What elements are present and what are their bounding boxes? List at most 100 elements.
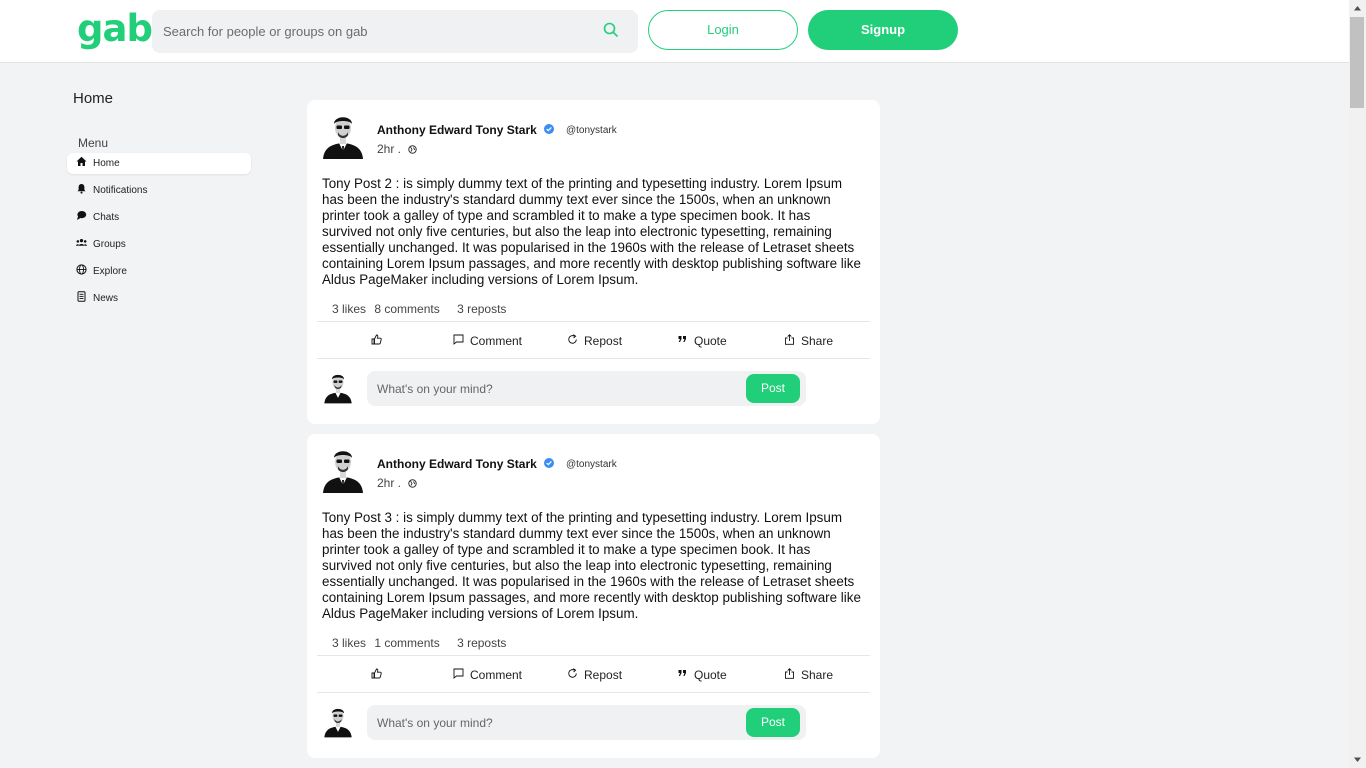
share-icon xyxy=(785,333,794,345)
sidebar-item-home[interactable]: Home xyxy=(67,153,251,174)
post-comment-button[interactable]: Post xyxy=(746,708,800,737)
share-label: Share xyxy=(801,668,834,682)
news-icon xyxy=(76,291,87,302)
comment-composer: Post xyxy=(367,371,806,406)
sidebar-item-label: News xyxy=(93,293,119,304)
divider xyxy=(317,358,870,359)
post-card: Anthony Edward Tony Stark @tonystark 2hr… xyxy=(307,100,880,424)
author-avatar[interactable] xyxy=(321,445,365,493)
repost-label: Repost xyxy=(584,334,623,348)
gab-logo[interactable]: gab xyxy=(77,9,153,49)
sidebar-item-label: Notifications xyxy=(93,185,148,196)
post-meta: 2hr . xyxy=(377,142,417,156)
sidebar-item-notifications[interactable]: Notifications xyxy=(67,177,251,204)
search-icon[interactable] xyxy=(602,21,620,39)
post-meta: 2hr . xyxy=(377,476,417,490)
post-time: 2hr . xyxy=(377,476,402,490)
author-name[interactable]: Anthony Edward Tony Stark xyxy=(377,123,537,137)
quote-label: Quote xyxy=(694,334,727,348)
repost-icon xyxy=(568,667,577,678)
scroll-thumb[interactable] xyxy=(1350,17,1364,108)
divider xyxy=(317,655,870,656)
comment-label: Comment xyxy=(470,334,523,348)
page-scrollbar[interactable] xyxy=(1349,0,1366,768)
sidebar-item-label: Chats xyxy=(93,212,120,223)
comment-input[interactable] xyxy=(367,705,737,740)
sidebar-item-explore[interactable]: Explore xyxy=(67,258,251,285)
menu-heading: Menu xyxy=(78,136,109,150)
comment-input[interactable] xyxy=(367,371,737,406)
visibility-globe-icon xyxy=(408,478,417,488)
reposts-count[interactable]: 3 reposts xyxy=(457,302,506,316)
current-user-avatar[interactable] xyxy=(323,704,353,738)
repost-label: Repost xyxy=(584,668,623,682)
post-comment-button[interactable]: Post xyxy=(746,374,800,403)
globe-icon xyxy=(76,264,87,275)
current-user-avatar[interactable] xyxy=(323,370,353,404)
home-icon xyxy=(76,156,87,167)
post-body: Tony Post 2 : is simply dummy text of th… xyxy=(322,176,861,287)
comments-count[interactable]: 8 comments xyxy=(374,302,439,316)
comment-icon xyxy=(453,668,464,679)
comment-button[interactable]: Comment xyxy=(453,657,522,693)
sidebar-item-label: Groups xyxy=(93,239,126,250)
sidebar-item-news[interactable]: News xyxy=(67,285,251,312)
page-title: Home xyxy=(73,90,114,107)
quote-button[interactable]: Quote xyxy=(677,657,727,693)
quote-label: Quote xyxy=(694,668,727,682)
author-avatar[interactable] xyxy=(321,111,365,159)
top-bar: gab Login Signup xyxy=(0,0,1349,63)
repost-icon xyxy=(568,333,577,344)
reposts-count[interactable]: 3 reposts xyxy=(457,636,506,650)
verified-badge-icon xyxy=(544,124,554,134)
thumbs-up-icon xyxy=(371,334,382,344)
sidebar-item-groups[interactable]: Groups xyxy=(67,231,251,258)
groups-icon xyxy=(76,237,87,248)
chat-icon xyxy=(76,210,87,221)
bell-icon xyxy=(76,183,87,194)
post-actions: Comment Repost Quote Share xyxy=(317,323,870,359)
comments-count[interactable]: 1 comments xyxy=(374,636,439,650)
visibility-globe-icon xyxy=(408,144,417,154)
scroll-up-arrow-icon[interactable] xyxy=(1349,0,1366,17)
comment-icon xyxy=(453,334,464,345)
post-card: Anthony Edward Tony Stark @tonystark 2hr… xyxy=(307,434,880,758)
author-handle[interactable]: @tonystark xyxy=(566,125,617,136)
signup-button[interactable]: Signup xyxy=(808,10,958,50)
sidebar-item-chats[interactable]: Chats xyxy=(67,204,251,231)
likes-count[interactable]: 3 likes xyxy=(332,636,366,650)
share-label: Share xyxy=(801,334,834,348)
comment-label: Comment xyxy=(470,668,523,682)
sidebar-item-label: Home xyxy=(93,158,120,169)
scroll-down-arrow-icon[interactable] xyxy=(1349,751,1366,768)
login-button[interactable]: Login xyxy=(648,10,798,50)
post-body: Tony Post 3 : is simply dummy text of th… xyxy=(322,510,861,621)
author-name[interactable]: Anthony Edward Tony Stark xyxy=(377,457,537,471)
repost-button[interactable]: Repost xyxy=(567,657,622,693)
post-stats: 3 likes 8 comments 3 reposts xyxy=(332,302,511,316)
divider xyxy=(317,321,870,322)
search-box xyxy=(152,10,638,53)
sidebar-item-label: Explore xyxy=(93,266,127,277)
quote-button[interactable]: Quote xyxy=(677,323,727,359)
comment-composer: Post xyxy=(367,705,806,740)
quote-icon xyxy=(678,669,686,676)
share-button[interactable]: Share xyxy=(784,657,833,693)
post-time: 2hr . xyxy=(377,142,402,156)
repost-button[interactable]: Repost xyxy=(567,323,622,359)
divider xyxy=(317,692,870,693)
thumbs-up-icon xyxy=(371,668,382,678)
post-stats: 3 likes 1 comments 3 reposts xyxy=(332,636,511,650)
post-actions: Comment Repost Quote Share xyxy=(317,657,870,693)
verified-badge-icon xyxy=(544,458,554,468)
like-button[interactable] xyxy=(371,323,388,359)
share-button[interactable]: Share xyxy=(784,323,833,359)
sidebar-menu: Home Notifications Chats Groups Explore … xyxy=(67,153,251,312)
author-handle[interactable]: @tonystark xyxy=(566,459,617,470)
quote-icon xyxy=(678,335,686,342)
like-button[interactable] xyxy=(371,657,388,693)
search-input[interactable] xyxy=(152,10,592,53)
comment-button[interactable]: Comment xyxy=(453,323,522,359)
share-icon xyxy=(785,667,794,679)
likes-count[interactable]: 3 likes xyxy=(332,302,366,316)
